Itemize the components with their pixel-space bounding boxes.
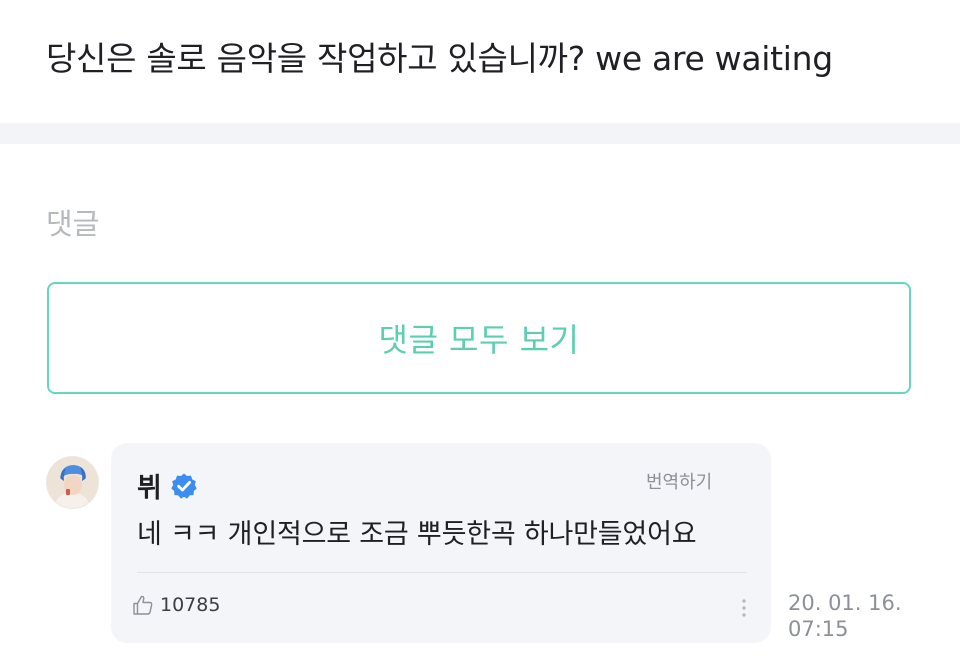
comment-time: 07:15 xyxy=(788,617,849,641)
comment-timestamp: 20. 01. 16. 07:15 xyxy=(788,590,928,642)
avatar-image xyxy=(47,457,98,508)
avatar[interactable] xyxy=(47,457,98,508)
like-count: 10785 xyxy=(160,594,221,616)
comment-date: 20. 01. 16. xyxy=(788,591,902,615)
page: 당신은 솔로 음악을 작업하고 있습니까? we are waiting 댓글 … xyxy=(0,0,960,660)
comment-author-name[interactable]: 뷔 xyxy=(137,466,162,505)
comment-author-row: 뷔 xyxy=(137,466,198,505)
translate-button[interactable]: 번역하기 xyxy=(646,468,712,494)
section-divider xyxy=(0,123,960,144)
view-all-comments-button[interactable]: 댓글 모두 보기 xyxy=(47,282,911,394)
like-button[interactable]: 10785 xyxy=(131,593,220,617)
comments-section-label: 댓글 xyxy=(46,207,100,241)
more-vertical-icon[interactable] xyxy=(738,596,750,620)
post-title: 당신은 솔로 음악을 작업하고 있습니까? we are waiting xyxy=(46,39,833,78)
verified-badge-icon xyxy=(170,472,198,500)
comment-text: 네 ㅋㅋ 개인적으로 조금 뿌듯한곡 하나만들었어요 xyxy=(137,519,697,550)
view-all-comments-label: 댓글 모두 보기 xyxy=(378,321,580,359)
comment-divider xyxy=(137,572,747,573)
thumbs-up-icon xyxy=(131,593,155,617)
